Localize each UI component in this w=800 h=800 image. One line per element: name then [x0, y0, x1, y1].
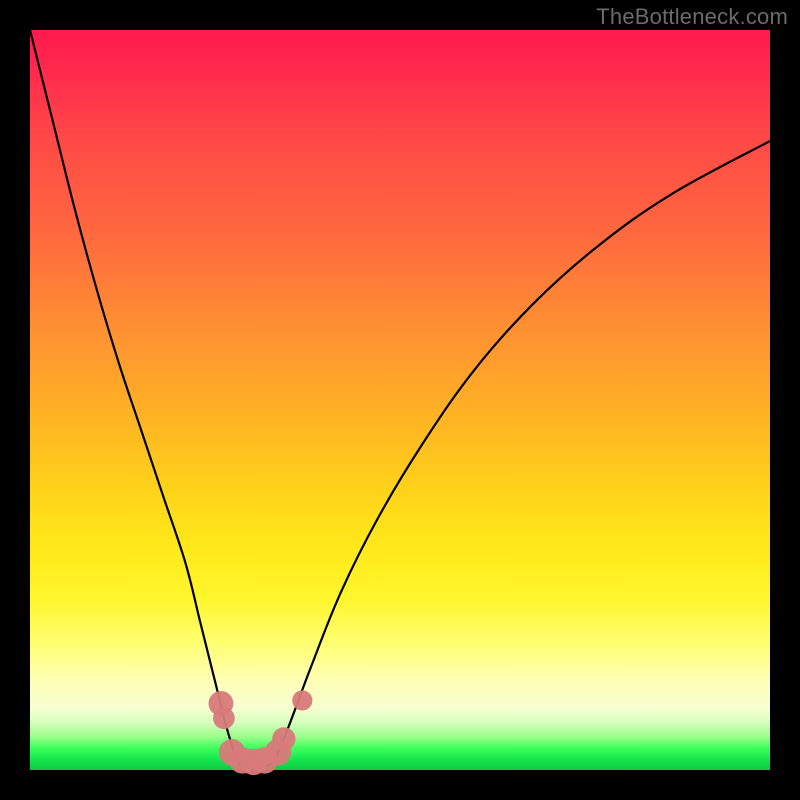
- chart-root: TheBottleneck.com: [0, 0, 800, 800]
- curve-left-curve: [30, 30, 237, 763]
- chart-svg: [30, 30, 770, 770]
- curve-layer: [30, 30, 770, 770]
- blob-layer: [208, 690, 312, 775]
- chart-panel: [30, 30, 770, 770]
- curve-right-curve: [274, 141, 770, 763]
- watermark-text: TheBottleneck.com: [596, 4, 788, 30]
- marker-blob-7: [272, 727, 295, 750]
- marker-blob-1: [213, 707, 235, 729]
- marker-blob-8: [292, 690, 312, 710]
